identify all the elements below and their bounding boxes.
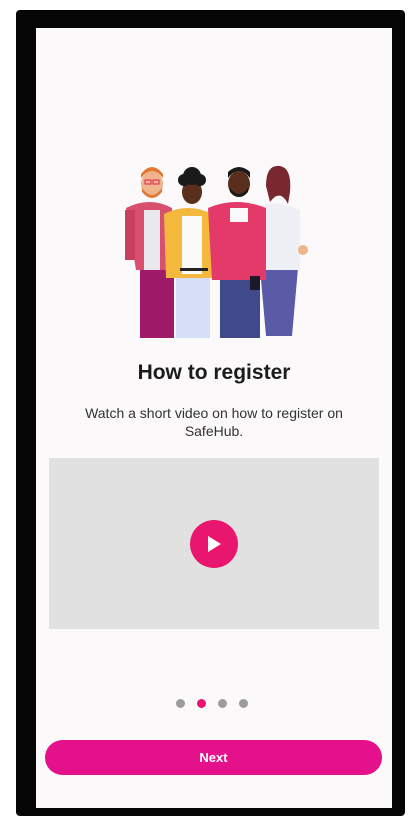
page-dot-1[interactable]	[176, 699, 185, 708]
onboarding-screen: How to register Watch a short video on h…	[36, 28, 392, 808]
page-dot-2[interactable]	[197, 699, 206, 708]
play-button[interactable]	[190, 520, 238, 568]
next-button[interactable]: Next	[45, 740, 382, 775]
people-group-illustration	[125, 165, 308, 338]
page-indicator	[176, 699, 248, 709]
page-dot-4[interactable]	[239, 699, 248, 708]
page-dot-3[interactable]	[218, 699, 227, 708]
page-title: How to register	[137, 361, 291, 384]
page-subtitle: Watch a short video on how to register o…	[85, 405, 343, 439]
video-player[interactable]	[49, 458, 379, 629]
play-icon	[208, 536, 221, 552]
